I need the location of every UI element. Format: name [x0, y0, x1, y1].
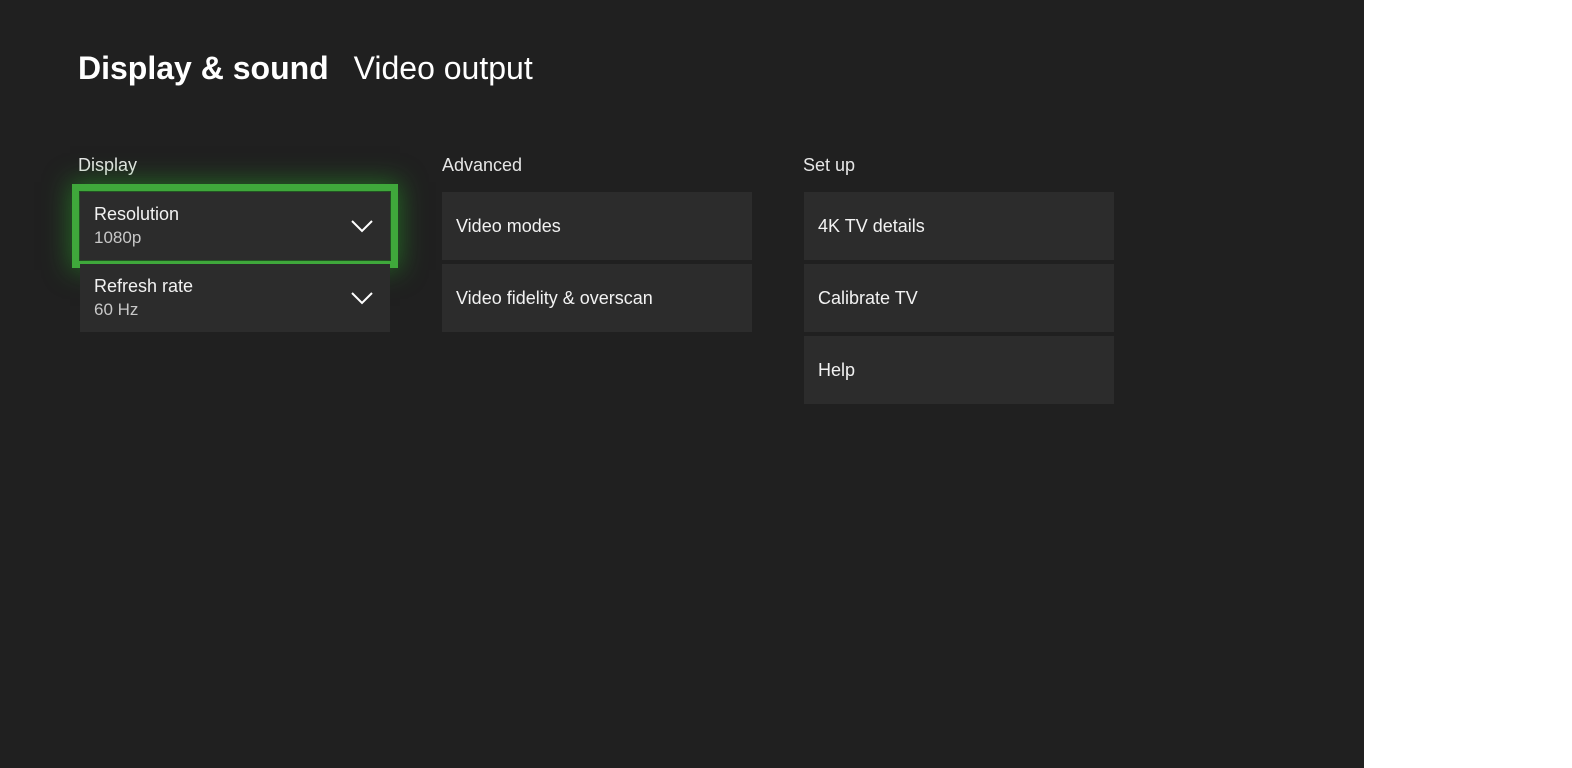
chevron-down-icon [351, 292, 373, 305]
resolution-value: 1080p [94, 228, 142, 247]
refresh-rate-value: 60 Hz [94, 300, 139, 319]
calibrate-tv-button[interactable]: Calibrate TV [804, 264, 1114, 332]
calibrate-tv-label: Calibrate TV [818, 288, 918, 308]
video-modes-button[interactable]: Video modes [442, 192, 752, 260]
refresh-rate-label: Refresh rate [94, 276, 194, 296]
help-button[interactable]: Help [804, 336, 1114, 404]
video-fidelity-overscan-label: Video fidelity & overscan [456, 288, 653, 308]
page-title: Display & sound [78, 50, 329, 86]
section-label-display: Display [78, 155, 138, 175]
video-modes-label: Video modes [456, 216, 561, 236]
resolution-dropdown[interactable]: Resolution 1080p [72, 184, 398, 268]
4k-tv-details-label: 4K TV details [818, 216, 925, 236]
help-label: Help [818, 360, 856, 380]
resolution-label: Resolution [94, 204, 180, 224]
page-header: Display & sound Video output [78, 48, 533, 88]
page-subtitle: Video output [353, 50, 533, 86]
chevron-down-icon [351, 220, 373, 233]
section-label-setup: Set up [803, 155, 856, 175]
4k-tv-details-button[interactable]: 4K TV details [804, 192, 1114, 260]
refresh-rate-dropdown[interactable]: Refresh rate 60 Hz [80, 264, 390, 332]
video-fidelity-overscan-button[interactable]: Video fidelity & overscan [442, 264, 752, 332]
section-label-advanced: Advanced [442, 155, 523, 175]
settings-screen: Display & sound Video output Display Res… [0, 0, 1364, 768]
blank-margin [1364, 0, 1572, 768]
